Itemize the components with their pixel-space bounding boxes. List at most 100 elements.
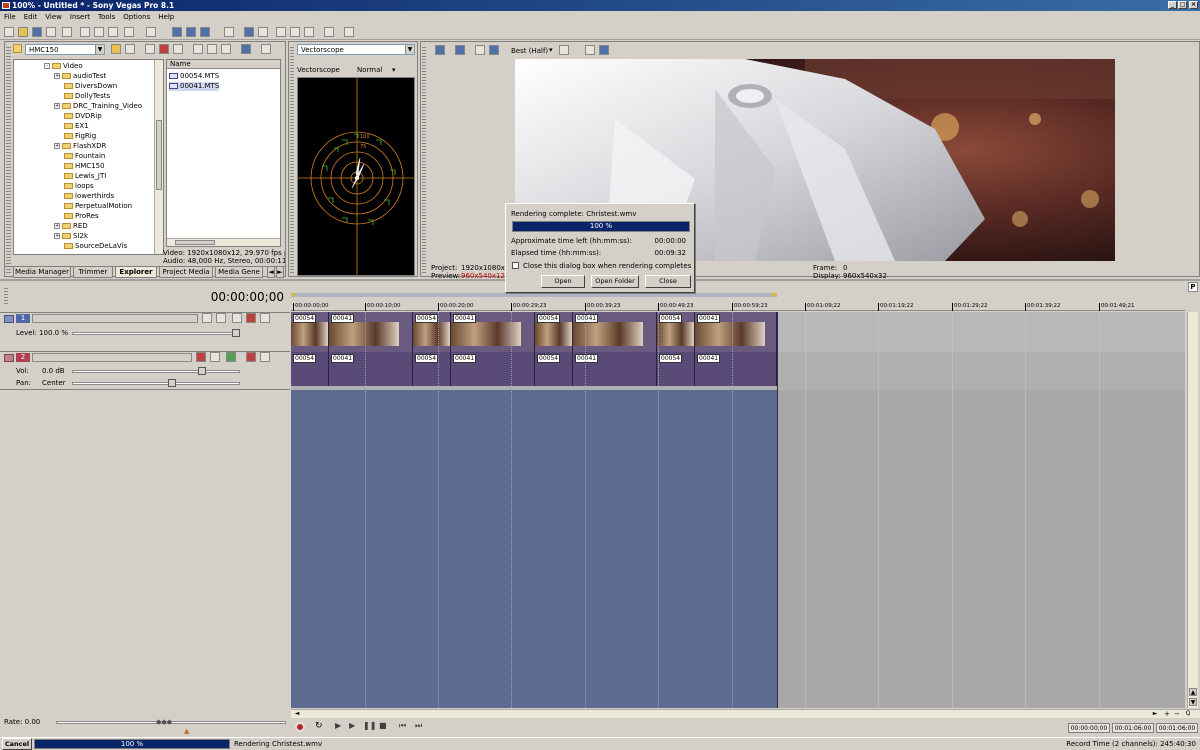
go-to-start-icon[interactable]: ⏮ — [399, 721, 406, 731]
tree-item[interactable]: DollyTests — [64, 91, 110, 101]
rate-thumb-icon[interactable]: ◆◆◆ — [156, 718, 178, 726]
add-favorites-icon[interactable] — [173, 44, 183, 54]
new-folder-icon[interactable] — [145, 44, 155, 54]
tree-scrollbar[interactable] — [154, 60, 163, 254]
open-folder-button[interactable]: Open Folder — [591, 275, 639, 288]
auto-crossfade-icon[interactable] — [258, 27, 268, 37]
expander-icon[interactable]: + — [54, 73, 60, 79]
track-minimize-icon[interactable] — [4, 315, 14, 323]
tab-project-media[interactable]: Project Media — [159, 267, 213, 278]
composite-mode-icon[interactable] — [232, 313, 242, 323]
refresh-icon[interactable] — [125, 44, 135, 54]
track-fx-icon[interactable] — [216, 313, 226, 323]
tab-explorer[interactable]: Explorer — [115, 267, 157, 278]
file-item-selected[interactable]: 00041.MTS — [169, 82, 220, 91]
timeline-vscrollbar[interactable]: ▲ ▼ — [1187, 312, 1198, 708]
normal-edit-tool-icon[interactable] — [172, 27, 182, 37]
volume-slider[interactable] — [72, 370, 240, 373]
audio-track-header[interactable]: 2 Vol: 0.0 dB Pan: Center — [0, 352, 290, 390]
record-icon[interactable] — [295, 722, 305, 732]
selection-end-timecode[interactable]: 00:01:06:00 — [1112, 723, 1154, 733]
copy-snapshot-icon[interactable] — [585, 45, 595, 55]
play-from-start-icon[interactable]: ▶ — [335, 721, 341, 730]
save-icon[interactable] — [32, 27, 42, 37]
pan-slider-thumb[interactable] — [168, 379, 176, 387]
tab-media-manager[interactable]: Media Manager — [13, 267, 71, 278]
tree-item[interactable]: DVDRip — [64, 111, 102, 121]
tree-item[interactable]: + DRC_Training_Video — [54, 101, 142, 111]
go-to-end-icon[interactable]: ⏭ — [415, 721, 422, 731]
audio-clip[interactable]: 00054 — [535, 352, 573, 386]
video-track-header[interactable]: 1 Level: 100.0 % — [0, 312, 290, 352]
audio-clip[interactable]: 00054 — [413, 352, 451, 386]
mute-icon[interactable] — [246, 352, 256, 362]
scope-mode[interactable]: Normal — [357, 66, 382, 74]
open-button[interactable]: Open — [541, 275, 585, 288]
snapping-icon[interactable] — [244, 27, 254, 37]
scroll-thumb[interactable] — [175, 240, 215, 245]
scope-type-combo[interactable]: Vectorscope ▼ — [297, 44, 415, 55]
scroll-thumb[interactable] — [156, 120, 162, 190]
menu-options[interactable]: Options — [119, 11, 154, 23]
loop-playback-icon[interactable]: ↻ — [315, 721, 323, 731]
audio-clip[interactable]: 00054 — [657, 352, 695, 386]
close-button[interactable]: Close — [645, 275, 691, 288]
selection-length-timecode[interactable]: 00:01:06:00 — [1156, 723, 1198, 733]
zoom-out-icon[interactable]: − — [1173, 710, 1181, 718]
tree-item[interactable]: loops — [64, 181, 94, 191]
save-snapshot-icon[interactable] — [599, 45, 609, 55]
tab-scroll-left-icon[interactable]: ◄ — [267, 267, 275, 278]
tree-item[interactable]: + audioTest — [54, 71, 106, 81]
menu-file[interactable]: File — [0, 11, 20, 23]
level-slider-thumb[interactable] — [232, 329, 240, 337]
expander-icon[interactable]: + — [54, 143, 60, 149]
tree-item[interactable]: ProRes — [64, 211, 99, 221]
stop-icon[interactable]: ■ — [379, 721, 387, 730]
menu-edit[interactable]: Edit — [20, 11, 42, 23]
expander-icon[interactable]: + — [54, 103, 60, 109]
play-icon[interactable]: ▶ — [349, 721, 355, 730]
split-screen-icon[interactable] — [475, 45, 485, 55]
dock-grip[interactable] — [6, 45, 11, 275]
up-folder-icon[interactable] — [111, 44, 121, 54]
views-icon[interactable] — [261, 44, 271, 54]
video-clip[interactable]: 00041 — [329, 312, 413, 352]
tree-item[interactable]: - Video — [44, 61, 83, 71]
pan-slider[interactable] — [72, 382, 240, 385]
audio-clip[interactable]: 00041 — [451, 352, 535, 386]
video-clip[interactable]: 00054 — [657, 312, 695, 352]
dock-grip[interactable] — [290, 45, 294, 275]
overlays-icon[interactable] — [489, 45, 499, 55]
get-media-icon[interactable] — [241, 44, 251, 54]
timeline-hscrollbar[interactable]: ◄ ► + − Q — [291, 709, 1200, 718]
track-minimize-icon[interactable] — [4, 354, 14, 362]
settings-icon[interactable] — [324, 27, 334, 37]
tree-item[interactable]: FigRig — [64, 131, 96, 141]
tree-item[interactable]: SourceDeLaVis — [64, 241, 127, 251]
scroll-down-icon[interactable]: ▼ — [1189, 698, 1197, 706]
tree-item[interactable]: PerpetualMotion — [64, 201, 132, 211]
tree-item[interactable]: DiversDown — [64, 81, 117, 91]
tree-item[interactable]: lowerthirds — [64, 191, 114, 201]
scroll-right-icon[interactable]: ► — [1151, 710, 1159, 718]
chevron-down-icon[interactable]: ▾ — [549, 46, 553, 54]
dock-grip[interactable] — [4, 286, 8, 306]
arm-record-icon[interactable] — [196, 352, 206, 362]
track-name-field[interactable] — [32, 353, 192, 362]
video-clip[interactable]: 00041 — [695, 312, 777, 352]
chevron-down-icon[interactable]: ▼ — [95, 45, 104, 54]
mute-icon[interactable] — [246, 313, 256, 323]
new-icon[interactable] — [4, 27, 14, 37]
minimize-button[interactable]: _ — [1168, 1, 1177, 9]
audio-clip[interactable]: 00054 — [291, 352, 329, 386]
tree-item[interactable]: + SI2k — [54, 231, 88, 241]
external-monitor-icon[interactable] — [455, 45, 465, 55]
zoom-tool-icon[interactable] — [224, 27, 234, 37]
render-icon[interactable] — [46, 27, 56, 37]
tree-item[interactable]: Lewis_JTI — [64, 171, 106, 181]
chevron-down-icon[interactable]: ▾ — [392, 66, 396, 74]
cancel-render-button[interactable]: Cancel — [2, 738, 32, 750]
maximize-button[interactable]: □ — [1178, 1, 1187, 9]
menu-tools[interactable]: Tools — [94, 11, 119, 23]
track-fx-icon[interactable] — [226, 352, 236, 362]
